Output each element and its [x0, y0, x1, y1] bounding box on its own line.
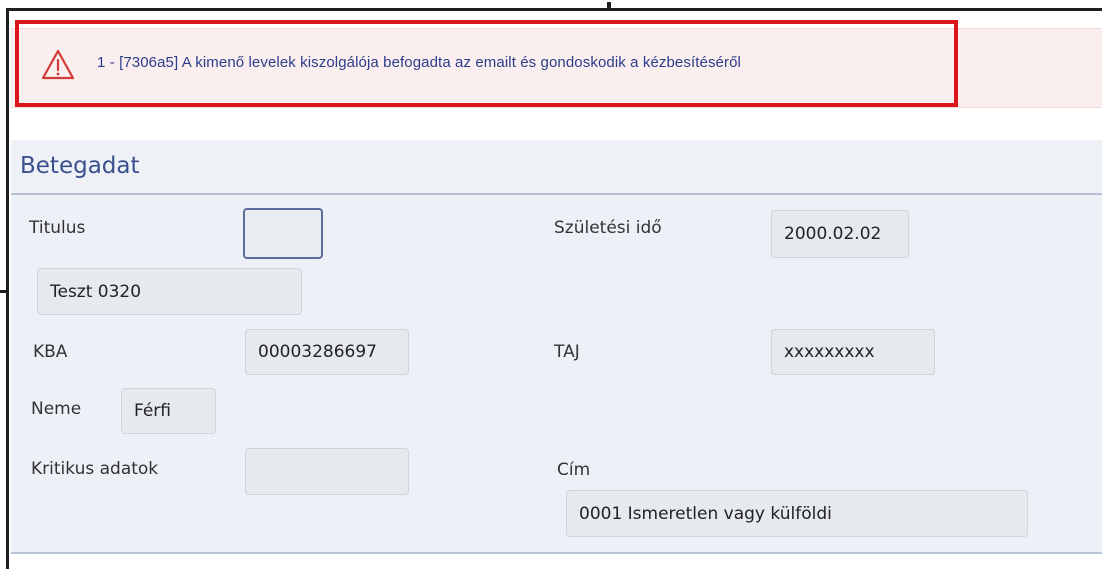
kritikus-label: Kritikus adatok: [31, 459, 159, 479]
window-border-left: [6, 8, 9, 569]
szuletesi-input[interactable]: 2000.02.02: [771, 210, 909, 258]
kba-input[interactable]: 00003286697: [245, 329, 409, 375]
name-input[interactable]: Teszt 0320: [37, 268, 302, 315]
panel-title: Betegadat: [20, 153, 140, 179]
panel-header: Betegadat: [11, 140, 1102, 195]
kritikus-input[interactable]: [245, 448, 409, 495]
border-mark: [607, 2, 611, 10]
neme-select[interactable]: Férfi: [121, 388, 216, 434]
titulus-input[interactable]: [243, 208, 323, 259]
kba-label: KBA: [33, 342, 68, 362]
border-mark-left: [0, 290, 6, 293]
szuletesi-label: Születési idő: [554, 218, 662, 238]
warning-triangle-icon: [41, 49, 75, 80]
titulus-label: Titulus: [29, 218, 86, 238]
neme-label: Neme: [31, 399, 82, 419]
panel-bottom-border: [11, 552, 1102, 554]
window-border-top: [8, 8, 1102, 11]
alert-message: 1 - [7306a5] A kimenő levelek kiszolgáló…: [97, 54, 741, 71]
taj-label: TAJ: [554, 342, 580, 362]
window-top: [0, 0, 1102, 7]
taj-input[interactable]: xxxxxxxxx: [771, 329, 935, 375]
cim-input[interactable]: 0001 Ismeretlen vagy külföldi: [566, 490, 1028, 537]
cim-label: Cím: [557, 460, 591, 480]
